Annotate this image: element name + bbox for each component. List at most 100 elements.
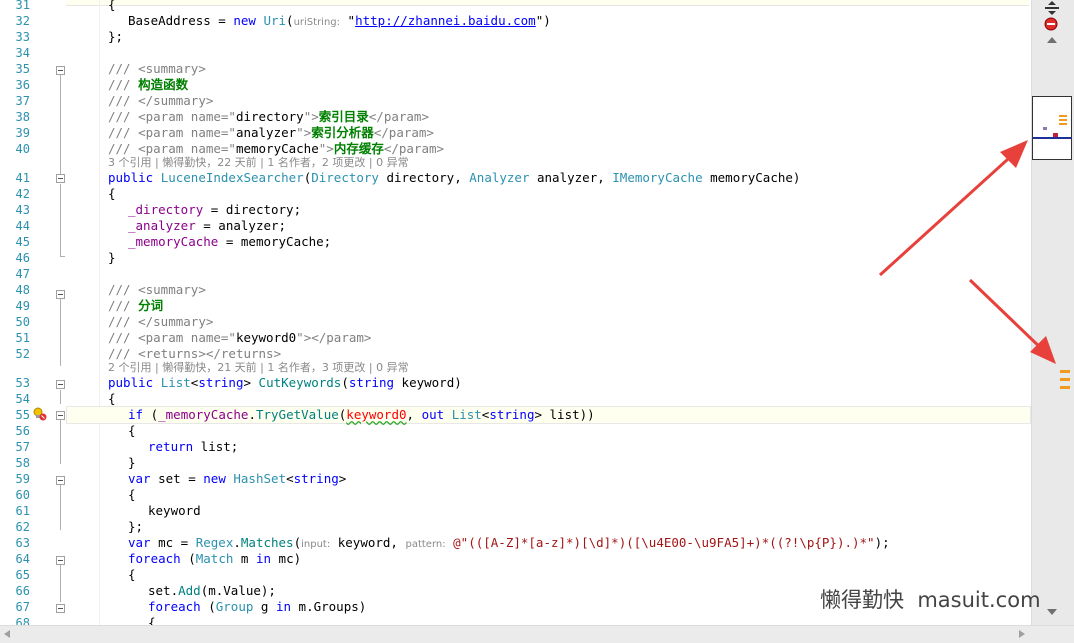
annotation-arrow [878, 140, 1028, 277]
watermark: 懒得勤快 masuit.com [820, 588, 1041, 612]
scroll-left-icon[interactable] [2, 629, 12, 639]
annotation-arrow [968, 278, 1056, 364]
line-number: 46 [15, 251, 30, 265]
line-number: 56 [15, 424, 30, 438]
code-line[interactable]: { [108, 0, 116, 13]
gutter-separator [99, 0, 100, 625]
code-line[interactable]: }; [108, 29, 123, 45]
code-line[interactable]: /// 构造函数 [108, 77, 188, 93]
scroll-up-icon[interactable] [1046, 36, 1058, 44]
code-line[interactable]: /// <param name="memoryCache">内存缓存</para… [108, 141, 444, 157]
line-number: 68 [15, 616, 30, 625]
code-line[interactable]: public LuceneIndexSearcher(Directory dir… [108, 170, 800, 186]
line-number: 38 [15, 110, 30, 124]
overview-marker [1043, 127, 1047, 130]
code-line[interactable]: { [108, 391, 116, 407]
line-number: 41 [15, 171, 30, 185]
line-number: 52 [15, 347, 30, 361]
code-line[interactable]: } [108, 250, 116, 266]
code-line[interactable]: /// <summary> [108, 61, 206, 77]
outline-line [60, 184, 61, 256]
code-line[interactable]: } [128, 455, 136, 471]
line-number: 66 [15, 584, 30, 598]
code-line[interactable]: _analyzer = analyzer; [128, 218, 286, 234]
outline-line-end [60, 256, 65, 257]
code-line[interactable]: public List<string> CutKeywords(string k… [108, 375, 462, 391]
line-number: 60 [15, 488, 30, 502]
line-number: 43 [15, 203, 30, 217]
overview-marker [1059, 119, 1067, 121]
fold-icon[interactable] [56, 411, 65, 420]
fold-icon[interactable] [56, 604, 65, 613]
line-number: 47 [15, 267, 30, 281]
fold-icon[interactable] [56, 476, 65, 485]
horizontal-scrollbar[interactable] [0, 625, 1074, 643]
code-line[interactable]: /// <returns></returns> [108, 346, 281, 362]
line-number: 54 [15, 392, 30, 406]
line-number: 37 [15, 94, 30, 108]
code-line[interactable]: { [148, 615, 156, 625]
code-line[interactable]: return list; [148, 439, 238, 455]
line-number: 57 [15, 440, 30, 454]
outline-line [60, 298, 61, 366]
code-line[interactable]: foreach (Group g in m.Groups) [148, 599, 366, 615]
code-line[interactable]: /// <param name="analyzer">索引分析器</param> [108, 125, 434, 141]
fold-icon[interactable] [56, 290, 65, 299]
code-line[interactable]: /// <summary> [108, 282, 206, 298]
line-number: 65 [15, 568, 30, 582]
fold-icon[interactable] [56, 174, 65, 183]
code-line[interactable]: keyword [148, 503, 201, 519]
code-line[interactable]: var mc = Regex.Matches(input: keyword, p… [128, 535, 890, 551]
code-lens[interactable]: 3 个引用 | 懒得勤快，22 天前 | 1 名作者，2 项更改 | 0 异常 [108, 156, 409, 170]
scroll-down-icon[interactable] [1046, 608, 1058, 616]
line-number: 44 [15, 219, 30, 233]
code-line[interactable]: set.Add(m.Value); [148, 583, 276, 599]
code-line[interactable]: { [108, 186, 116, 202]
error-icon[interactable] [1044, 17, 1060, 33]
line-number: 50 [15, 315, 30, 329]
overview-marker [1060, 386, 1070, 389]
line-number: 55 [15, 408, 30, 422]
line-number: 51 [15, 331, 30, 345]
fold-icon[interactable] [56, 66, 65, 75]
line-number: 32 [15, 14, 30, 28]
code-line[interactable]: /// <param name="directory">索引目录</param> [108, 109, 429, 125]
code-line[interactable]: /// <param name="keyword0"></param> [108, 330, 371, 346]
line-number: 48 [15, 283, 30, 297]
line-number: 63 [15, 536, 30, 550]
line-number: 53 [15, 376, 30, 390]
outline-line [60, 564, 61, 602]
lightbulb-icon[interactable] [32, 406, 48, 422]
line-number: 36 [15, 78, 30, 92]
code-line[interactable]: { [128, 487, 136, 503]
current-scope-highlight [66, 0, 1029, 6]
fold-icon[interactable] [56, 556, 65, 565]
line-number: 34 [15, 46, 30, 60]
code-line[interactable]: _memoryCache = memoryCache; [128, 234, 331, 250]
code-editor[interactable]: 31 32 33 34 35 36 37 38 39 40 41 42 43 4… [0, 0, 1031, 625]
code-line[interactable]: { [128, 423, 136, 439]
code-line[interactable]: }; [128, 519, 143, 535]
code-line[interactable]: /// </summary> [108, 93, 213, 109]
code-line[interactable]: BaseAddress = new Uri(uriString: "http:/… [128, 13, 551, 29]
code-line[interactable]: var set = new HashSet<string> [128, 471, 346, 487]
line-number: 62 [15, 520, 30, 534]
code-line[interactable]: if (_memoryCache.TryGetValue(keyword0, o… [128, 407, 595, 423]
code-line[interactable]: /// 分词 [108, 298, 163, 314]
line-number: 58 [15, 456, 30, 470]
code-line[interactable]: /// </summary> [108, 314, 213, 330]
line-number: 40 [15, 142, 30, 156]
line-number: 31 [15, 0, 30, 12]
line-number: 61 [15, 504, 30, 518]
overview-marker [1059, 123, 1067, 125]
code-line[interactable]: _directory = directory; [128, 202, 301, 218]
split-window-icon[interactable] [1044, 1, 1060, 15]
code-line[interactable]: foreach (Match m in mc) [128, 551, 301, 567]
code-lens[interactable]: 2 个引用 | 懒得勤快，21 天前 | 1 名作者，3 项更改 | 0 异常 [108, 361, 409, 375]
outline-line [60, 74, 61, 174]
outline-line [60, 484, 61, 530]
fold-icon[interactable] [56, 380, 65, 389]
scroll-right-icon[interactable] [1017, 629, 1027, 639]
line-number: 42 [15, 187, 30, 201]
code-line[interactable]: { [128, 567, 136, 583]
